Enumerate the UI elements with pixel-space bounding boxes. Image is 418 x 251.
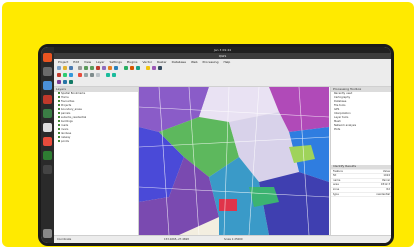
- paste-icon[interactable]: [96, 73, 100, 77]
- browser-icon[interactable]: [57, 80, 61, 84]
- undo-icon[interactable]: [106, 73, 110, 77]
- menu-edit[interactable]: Edit: [73, 60, 79, 64]
- identify-icon[interactable]: [102, 66, 106, 70]
- identify-results: Identify Results Feature Value fid 1024 na…: [331, 164, 391, 198]
- new-project-icon[interactable]: [57, 66, 61, 70]
- layer-checkbox[interactable]: [58, 92, 60, 94]
- save-project-icon[interactable]: [69, 66, 73, 70]
- python-icon[interactable]: [158, 66, 162, 70]
- measure-icon[interactable]: [114, 66, 118, 70]
- layer-checkbox[interactable]: [58, 124, 60, 126]
- filter-icon[interactable]: [63, 80, 67, 84]
- menu-plugins[interactable]: Plugins: [127, 60, 138, 64]
- status-bar: Coordinate 153.0265,-27.4698 Scale 1:250…: [54, 235, 391, 243]
- attribute-table-icon[interactable]: [130, 66, 134, 70]
- layer-add-icon[interactable]: [124, 66, 128, 70]
- menu-project[interactable]: Project: [58, 60, 68, 64]
- menu-help[interactable]: Help: [223, 60, 230, 64]
- map-canvas[interactable]: [139, 87, 329, 235]
- zoom-in-icon[interactable]: [84, 66, 88, 70]
- selected-parcel[interactable]: [219, 199, 237, 211]
- menu-raster[interactable]: Raster: [157, 60, 167, 64]
- redo-icon[interactable]: [112, 73, 116, 77]
- vertex-tool-icon[interactable]: [69, 73, 73, 77]
- menu-vector[interactable]: Vector: [142, 60, 152, 64]
- menu-database[interactable]: Database: [172, 60, 186, 64]
- layers-panel: Layers Spatial Bookmarks Home Favourites…: [54, 87, 139, 235]
- thunderbird-icon[interactable]: [43, 81, 52, 90]
- field-calc-icon[interactable]: [136, 66, 140, 70]
- libreoffice-icon[interactable]: [43, 109, 52, 118]
- menu-layer[interactable]: Layer: [96, 60, 104, 64]
- zoom-out-icon[interactable]: [90, 66, 94, 70]
- software-icon[interactable]: [43, 123, 52, 132]
- ubuntu-dock: [41, 47, 54, 243]
- copy-icon[interactable]: [90, 73, 94, 77]
- rhythmbox-icon[interactable]: [43, 95, 52, 104]
- screenshot-frame: Jan 3 09:44 QGIS Project Edit View Layer…: [38, 44, 394, 246]
- select-icon[interactable]: [108, 66, 112, 70]
- help-icon[interactable]: [43, 137, 52, 146]
- terminal-icon[interactable]: [43, 165, 52, 174]
- label-icon[interactable]: [146, 66, 150, 70]
- refresh-icon[interactable]: [69, 80, 73, 84]
- coordinate-readout[interactable]: 153.0265,-27.4698: [164, 236, 189, 243]
- cut-icon[interactable]: [84, 73, 88, 77]
- layer-checkbox[interactable]: [58, 120, 60, 122]
- layer-item[interactable]: points: [54, 140, 138, 144]
- pan-icon[interactable]: [78, 66, 82, 70]
- menu-view[interactable]: View: [84, 60, 91, 64]
- coordinate-label: Coordinate: [57, 238, 72, 241]
- layer-checkbox[interactable]: [58, 136, 60, 138]
- layer-checkbox[interactable]: [58, 108, 60, 110]
- layer-checkbox[interactable]: [58, 104, 60, 106]
- layer-checkbox[interactable]: [58, 132, 60, 134]
- toolbar-3: [54, 79, 391, 87]
- scale-readout[interactable]: Scale 1:25000: [224, 236, 243, 243]
- delete-icon[interactable]: [78, 73, 82, 77]
- digitize-icon[interactable]: [57, 73, 61, 77]
- menu-processing[interactable]: Processing: [202, 60, 218, 64]
- layer-checkbox[interactable]: [58, 128, 60, 130]
- window-title: QGIS: [218, 54, 227, 58]
- open-project-icon[interactable]: [63, 66, 67, 70]
- layer-checkbox[interactable]: [58, 116, 60, 118]
- zoom-full-icon[interactable]: [96, 66, 100, 70]
- menu-settings[interactable]: Settings: [109, 60, 121, 64]
- table-row[interactable]: type residential: [331, 193, 391, 198]
- menu-web[interactable]: Web: [191, 60, 198, 64]
- toolbox-item[interactable]: Plots: [331, 128, 391, 132]
- right-panel: Processing Toolbox Recently used Cartogr…: [330, 87, 391, 235]
- style-icon[interactable]: [152, 66, 156, 70]
- map-render: [139, 87, 329, 235]
- add-feature-icon[interactable]: [63, 73, 67, 77]
- layer-checkbox[interactable]: [58, 112, 60, 114]
- layer-checkbox[interactable]: [58, 100, 60, 102]
- files-icon[interactable]: [43, 67, 52, 76]
- layer-checkbox[interactable]: [58, 140, 60, 142]
- layer-checkbox[interactable]: [58, 96, 60, 98]
- firefox-icon[interactable]: [43, 53, 52, 62]
- qgis-icon[interactable]: [43, 151, 52, 160]
- apps-grid-icon[interactable]: [43, 229, 52, 238]
